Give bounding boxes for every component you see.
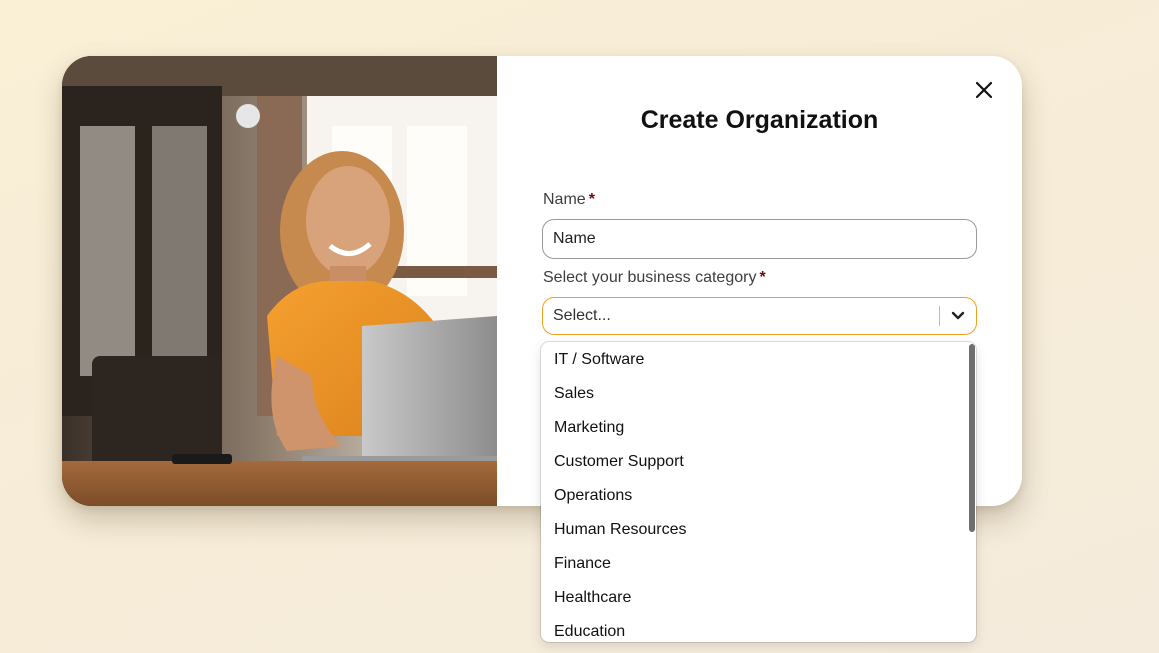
option-human-resources[interactable]: Human Resources [541, 513, 976, 547]
category-dropdown-menu: IT / Software Sales Marketing Customer S… [541, 342, 976, 642]
option-it-software[interactable]: IT / Software [541, 343, 976, 377]
option-healthcare[interactable]: Healthcare [541, 581, 976, 615]
option-sales[interactable]: Sales [541, 377, 976, 411]
dropdown-scrollbar[interactable] [969, 344, 975, 532]
option-customer-support[interactable]: Customer Support [541, 445, 976, 479]
close-icon [975, 81, 993, 99]
category-label: Select your business category * [543, 269, 766, 287]
chevron-down-icon [951, 311, 965, 320]
name-input[interactable] [542, 219, 977, 259]
required-marker: * [759, 269, 766, 286]
category-label-text: Select your business category [543, 269, 757, 286]
dropdown-toggle[interactable] [940, 298, 976, 334]
option-marketing[interactable]: Marketing [541, 411, 976, 445]
option-education[interactable]: Education [541, 615, 976, 642]
name-label-text: Name [543, 191, 586, 208]
dialog-title: Create Organization [640, 106, 879, 134]
option-operations[interactable]: Operations [541, 479, 976, 513]
name-label: Name * [543, 191, 595, 209]
hero-photo [62, 56, 497, 506]
select-placeholder: Select... [553, 307, 611, 324]
business-category-select[interactable]: Select... [542, 297, 977, 335]
option-finance[interactable]: Finance [541, 547, 976, 581]
close-button[interactable] [970, 76, 998, 104]
category-options-list: IT / Software Sales Marketing Customer S… [541, 343, 976, 642]
required-marker: * [588, 191, 595, 208]
